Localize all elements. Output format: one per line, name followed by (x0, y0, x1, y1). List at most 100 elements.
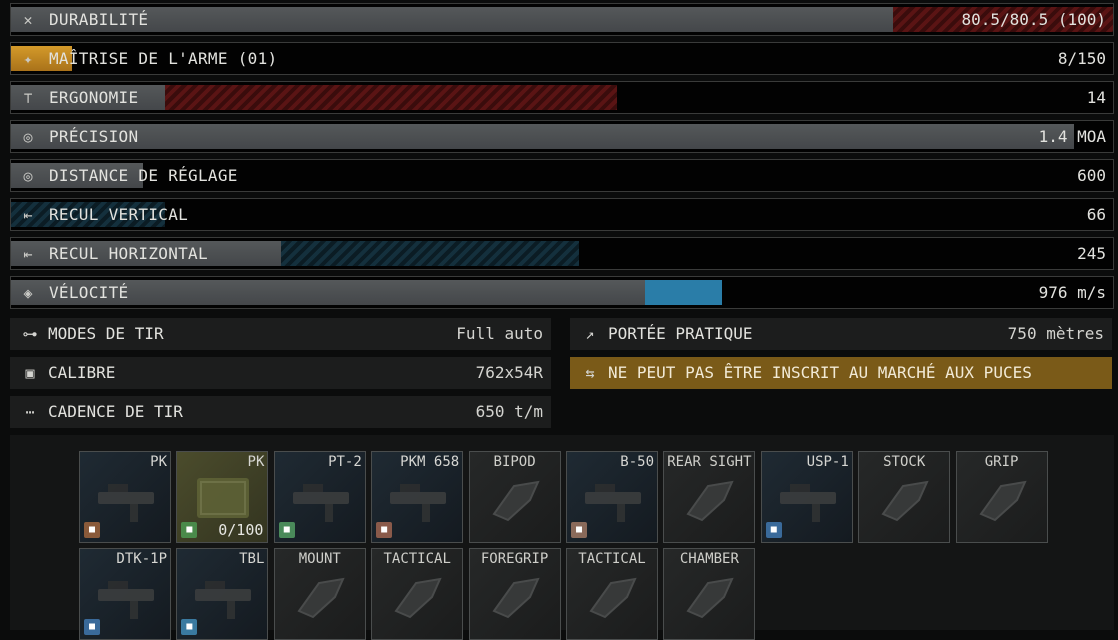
stat-row: ◎ PRÉCISION 1.4 MOA (10, 120, 1114, 153)
stat-row: ✦ MAÎTRISE DE L'ARME (01) 8/150 (10, 42, 1114, 75)
empty-slot[interactable]: TACTICAL (371, 548, 464, 640)
info-row: ↗ PORTÉE PRATIQUE 750 mètres (570, 318, 1112, 350)
stat-label: PRÉCISION (49, 127, 139, 146)
ergonomics-icon: ⊤ (23, 89, 33, 107)
stat-label: RECUL VERTICAL (49, 205, 189, 224)
no-flea-icon: ⇆ (585, 364, 595, 382)
stat-row: ◎ DISTANCE DE RÉGLAGE 600 (10, 159, 1114, 192)
slot-placeholder-icon (971, 470, 1035, 530)
stat-value: 245 (1077, 244, 1106, 263)
attachment-icon (191, 567, 255, 627)
empty-slot[interactable]: CHAMBER (663, 548, 756, 640)
attachment-slot[interactable]: PK ■ 0/100 (176, 451, 269, 543)
slot-type-icon: ■ (765, 522, 782, 538)
stat-penalty-fill (280, 241, 579, 266)
rate-of-fire-icon: ⋯ (25, 403, 35, 421)
slot-type-icon: ■ (376, 522, 393, 538)
empty-slot[interactable]: REAR SIGHT (663, 451, 756, 543)
attachment-slot[interactable]: DTK-1P ■ (79, 548, 171, 640)
attachment-slot[interactable]: PT-2 ■ (273, 451, 366, 543)
stat-value: 80.5/80.5 (100) (961, 10, 1107, 29)
info-value: 762x54R (475, 363, 543, 382)
slot-placeholder-icon (289, 567, 353, 627)
attachment-icon (94, 470, 158, 530)
recoil-icon: ⇤ (23, 206, 33, 224)
slot-title: BIPOD (493, 454, 536, 470)
slot-placeholder-icon (873, 470, 937, 530)
range-icon: ↗ (585, 325, 595, 343)
slot-placeholder-icon (581, 567, 645, 627)
slot-type-icon: ■ (84, 522, 100, 538)
crosshair-icon: ◎ (23, 128, 33, 146)
slot-placeholder-icon (484, 567, 548, 627)
slot-title: TBL (239, 551, 265, 567)
stat-label: ERGONOMIE (49, 88, 139, 107)
slot-type-icon: ■ (84, 619, 100, 635)
slot-title: PK (150, 454, 167, 470)
stat-value: 8/150 (1057, 49, 1106, 68)
attachment-slot[interactable]: B-50 ■ (566, 451, 658, 543)
stat-row: ⇤ RECUL HORIZONTAL 245 (10, 237, 1114, 270)
empty-slot[interactable]: TACTICAL (566, 548, 658, 640)
info-value: 650 t/m (475, 402, 543, 421)
stat-label: DURABILITÉ (49, 10, 149, 29)
attachment-icon (289, 470, 353, 530)
slot-type-icon: ■ (181, 522, 198, 538)
slot-placeholder-icon (678, 470, 742, 530)
info-label: NE PEUT PAS ÊTRE INSCRIT AU MARCHÉ AUX P… (608, 363, 1032, 382)
fire-mode-icon: ⊶ (22, 325, 38, 343)
attachment-icon (581, 470, 645, 530)
stat-penalty-fill (165, 85, 618, 110)
info-label: PORTÉE PRATIQUE (608, 324, 753, 343)
stat-bonus-fill (644, 280, 722, 305)
stat-value: 14 (1086, 88, 1106, 107)
slot-title: PT-2 (328, 454, 362, 470)
slot-title: STOCK (883, 454, 926, 470)
attachment-slot[interactable]: USP-1 ■ (760, 451, 853, 543)
empty-slot[interactable]: STOCK (858, 451, 951, 543)
empty-slot[interactable]: FOREGRIP (468, 548, 561, 640)
info-row: ⊶ MODES DE TIR Full auto (10, 318, 551, 350)
slot-title: TACTICAL (578, 551, 646, 567)
stat-label: RECUL HORIZONTAL (49, 244, 208, 263)
stat-value: 600 (1077, 166, 1106, 185)
ammo-count: 0/100 (218, 521, 264, 539)
slot-type-icon: ■ (278, 522, 295, 538)
info-label: MODES DE TIR (48, 324, 164, 343)
attachment-slot[interactable]: PKM 658 ■ (371, 451, 464, 543)
attachment-icon (94, 567, 158, 627)
slot-title: B-50 (620, 454, 654, 470)
stat-base-fill (11, 124, 1075, 149)
attachment-slot[interactable]: TBL ■ (176, 548, 269, 640)
info-value: 750 mètres (1007, 324, 1104, 343)
stat-label: DISTANCE DE RÉGLAGE (49, 166, 238, 185)
slot-placeholder-icon (386, 567, 450, 627)
info-value: Full auto (456, 324, 543, 343)
slot-title: FOREGRIP (480, 551, 549, 567)
info-label: CADENCE DE TIR (48, 402, 183, 421)
stat-value: 1.4 MOA (1038, 127, 1106, 146)
recoil-icon: ⇤ (23, 245, 33, 263)
wrench-icon: ✕ (23, 11, 33, 29)
attachment-slot[interactable]: PK ■ (79, 451, 171, 543)
stat-label: MAÎTRISE DE L'ARME (01) (49, 49, 278, 68)
slot-title: PK (247, 454, 265, 470)
slot-placeholder-icon (484, 470, 548, 530)
weapon-stats-panel: ✕ DURABILITÉ 80.5/80.5 (100) ✦ MAÎTRISE DE L… (10, 3, 1114, 315)
info-row: ▣ CALIBRE 762x54R (10, 357, 551, 389)
empty-slot[interactable]: MOUNT (273, 548, 366, 640)
caliber-icon: ▣ (25, 364, 35, 382)
slot-title: PKM 658 (400, 454, 460, 470)
attachment-icon (776, 470, 840, 530)
mastery-icon: ✦ (23, 50, 33, 68)
slot-title: GRIP (984, 454, 1019, 470)
info-row: ⋯ CADENCE DE TIR 650 t/m (10, 396, 551, 428)
crosshair-icon: ◎ (23, 167, 33, 185)
flea-market-warning: ⇆ NE PEUT PAS ÊTRE INSCRIT AU MARCHÉ AUX … (570, 357, 1112, 389)
empty-slot[interactable]: GRIP (955, 451, 1048, 543)
stat-row: ✕ DURABILITÉ 80.5/80.5 (100) (10, 3, 1114, 36)
slot-title: MOUNT (298, 551, 341, 567)
stat-value: 976 m/s (1038, 283, 1106, 302)
info-label: CALIBRE (48, 363, 116, 382)
empty-slot[interactable]: BIPOD (468, 451, 561, 543)
